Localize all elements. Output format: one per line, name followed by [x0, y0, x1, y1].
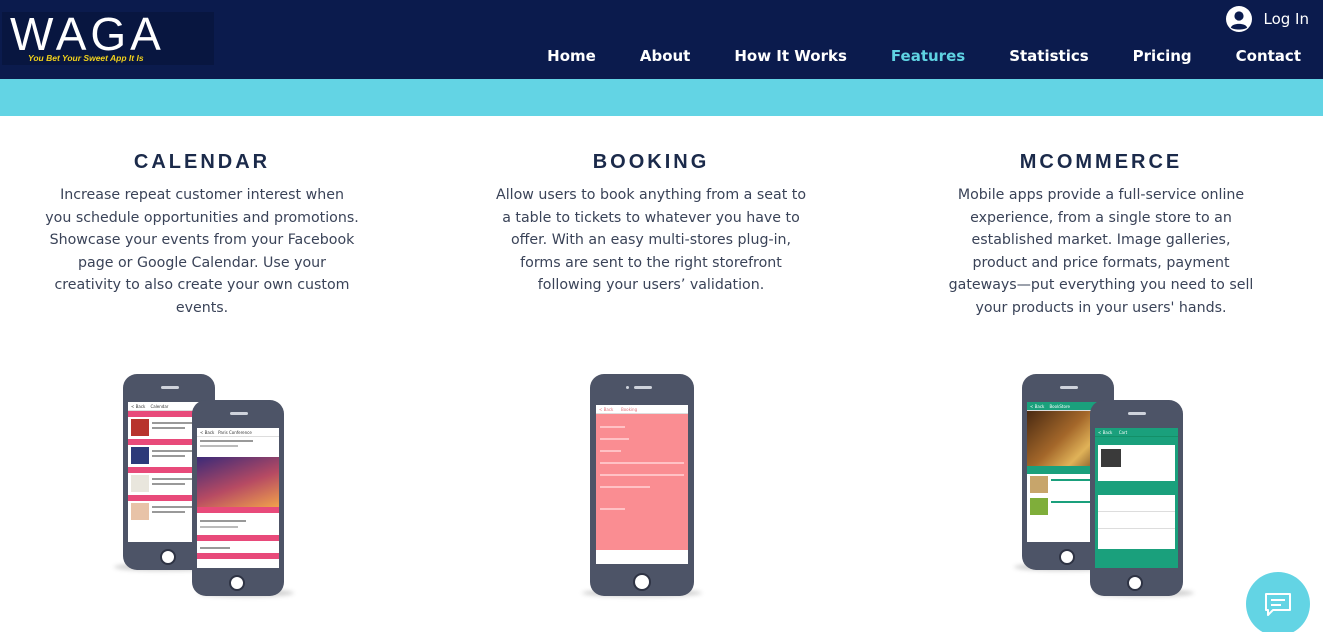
text-line	[200, 520, 246, 522]
cart-thumb	[1101, 449, 1121, 467]
screen-back: < Back	[1098, 430, 1113, 435]
text-line	[152, 422, 196, 424]
form-line	[600, 462, 684, 464]
event-thumb	[131, 475, 149, 492]
form-line	[600, 426, 626, 428]
accent-stripe	[0, 79, 1323, 116]
screen-title: Calendar	[150, 404, 169, 409]
login-button[interactable]: Log In	[1225, 5, 1310, 33]
text-line	[1051, 501, 1095, 503]
nav-pricing[interactable]: Pricing	[1133, 47, 1192, 65]
feature-calendar-title: CALENDAR	[133, 151, 271, 173]
phone-booking: < Back Booking	[590, 374, 694, 596]
nav-home[interactable]: Home	[547, 47, 596, 65]
screen-title: Cart	[1118, 430, 1128, 435]
booking-phone-image: < Back Booking	[578, 370, 708, 605]
text-line	[200, 526, 238, 528]
logo-tagline: You Bet Your Sweet App It Is	[28, 53, 144, 63]
phone-front: < Back Paris Conference	[192, 400, 284, 596]
login-label: Log In	[1263, 10, 1310, 28]
text-line	[200, 440, 254, 442]
phone-home-button	[160, 549, 176, 565]
chat-bubble-icon	[1265, 593, 1291, 616]
nav-contact[interactable]: Contact	[1236, 47, 1301, 65]
event-photo	[197, 457, 279, 507]
text-line	[152, 455, 185, 457]
feature-booking-description: Allow users to book anything from a seat…	[495, 187, 807, 294]
phone-camera	[626, 386, 629, 389]
phone-speaker	[230, 412, 248, 415]
event-thumb	[131, 419, 149, 436]
screen-header: < Back Paris Conference	[197, 428, 279, 437]
form-line	[600, 438, 630, 440]
phone-home-button	[1059, 549, 1075, 565]
event-thumb	[131, 447, 149, 464]
send-bar	[596, 550, 688, 564]
feature-calendar: CALENDAR Increase repeat customer intere…	[37, 148, 367, 320]
screen-title: BookStore	[1049, 404, 1070, 409]
divider	[1098, 528, 1175, 529]
event-thumb	[131, 503, 149, 520]
chat-button[interactable]	[1246, 572, 1310, 632]
mcommerce-phones-image: < Back BookStore < Back Cart	[1010, 370, 1200, 605]
phone-home-button	[1127, 575, 1143, 591]
feature-calendar-description: Increase repeat customer interest when y…	[45, 187, 359, 316]
logo[interactable]: WAGA You Bet Your Sweet App It Is	[2, 8, 214, 65]
text-line	[152, 427, 185, 429]
screen-header: < Back Booking	[596, 405, 688, 414]
nav-about[interactable]: About	[640, 47, 691, 65]
feature-booking-title: BOOKING	[592, 151, 710, 173]
user-circle-icon	[1225, 6, 1252, 32]
text-line	[152, 506, 196, 508]
product-thumb	[1030, 476, 1048, 493]
phone-speaker	[161, 386, 179, 389]
screen-title: Booking	[620, 407, 638, 412]
text-line	[152, 478, 196, 480]
screen-header: < Back Cart	[1095, 428, 1178, 437]
phone-home-button	[633, 573, 651, 591]
text-line	[152, 511, 185, 513]
feature-mcommerce-description: Mobile apps provide a full-service onlin…	[948, 187, 1254, 316]
main-nav: Home About How It Works Features Statist…	[547, 44, 1323, 68]
screen-back: < Back	[1030, 404, 1045, 409]
screen-title: Paris Conference	[218, 430, 252, 435]
date-row	[197, 553, 279, 559]
text-line	[152, 450, 196, 452]
calendar-detail-screen: < Back Paris Conference	[197, 428, 279, 568]
text-line	[200, 445, 238, 447]
calendar-phones-image: < Back Calendar < Back Paris Conference	[110, 370, 300, 605]
nav-how-it-works[interactable]: How It Works	[734, 47, 847, 65]
cart-item	[1098, 445, 1175, 481]
nav-statistics[interactable]: Statistics	[1009, 47, 1088, 65]
nav-features[interactable]: Features	[891, 47, 965, 65]
form-line	[600, 450, 621, 452]
form-line	[600, 474, 684, 476]
form-line	[600, 486, 651, 488]
site-header: WAGA You Bet Your Sweet App It Is Log In…	[0, 0, 1323, 79]
text-line	[1051, 479, 1095, 481]
phone-home-button	[229, 575, 245, 591]
feature-mcommerce-title: MCOMMERCE	[1019, 151, 1183, 173]
screen-back: < Back	[200, 430, 215, 435]
booking-form	[596, 414, 688, 516]
feature-booking: BOOKING Allow users to book anything fro…	[486, 148, 816, 297]
product-thumb	[1030, 498, 1048, 515]
screen-back: < Back	[131, 404, 146, 409]
phone-speaker	[634, 386, 652, 389]
detail-text	[197, 513, 279, 535]
feature-mcommerce: MCOMMERCE Mobile apps provide a full-ser…	[936, 148, 1266, 320]
phone-speaker	[1128, 412, 1146, 415]
divider	[1098, 511, 1175, 512]
phone-speaker	[1060, 386, 1078, 389]
text-line	[200, 547, 231, 549]
cart-screen: < Back Cart	[1095, 428, 1178, 568]
cart-totals	[1098, 495, 1175, 549]
detail-text	[197, 541, 279, 553]
form-line	[600, 508, 626, 510]
detail-text	[197, 437, 279, 457]
phone-front: < Back Cart	[1090, 400, 1183, 596]
booking-screen: < Back Booking	[596, 405, 688, 564]
text-line	[152, 483, 185, 485]
screen-back: < Back	[599, 407, 614, 412]
